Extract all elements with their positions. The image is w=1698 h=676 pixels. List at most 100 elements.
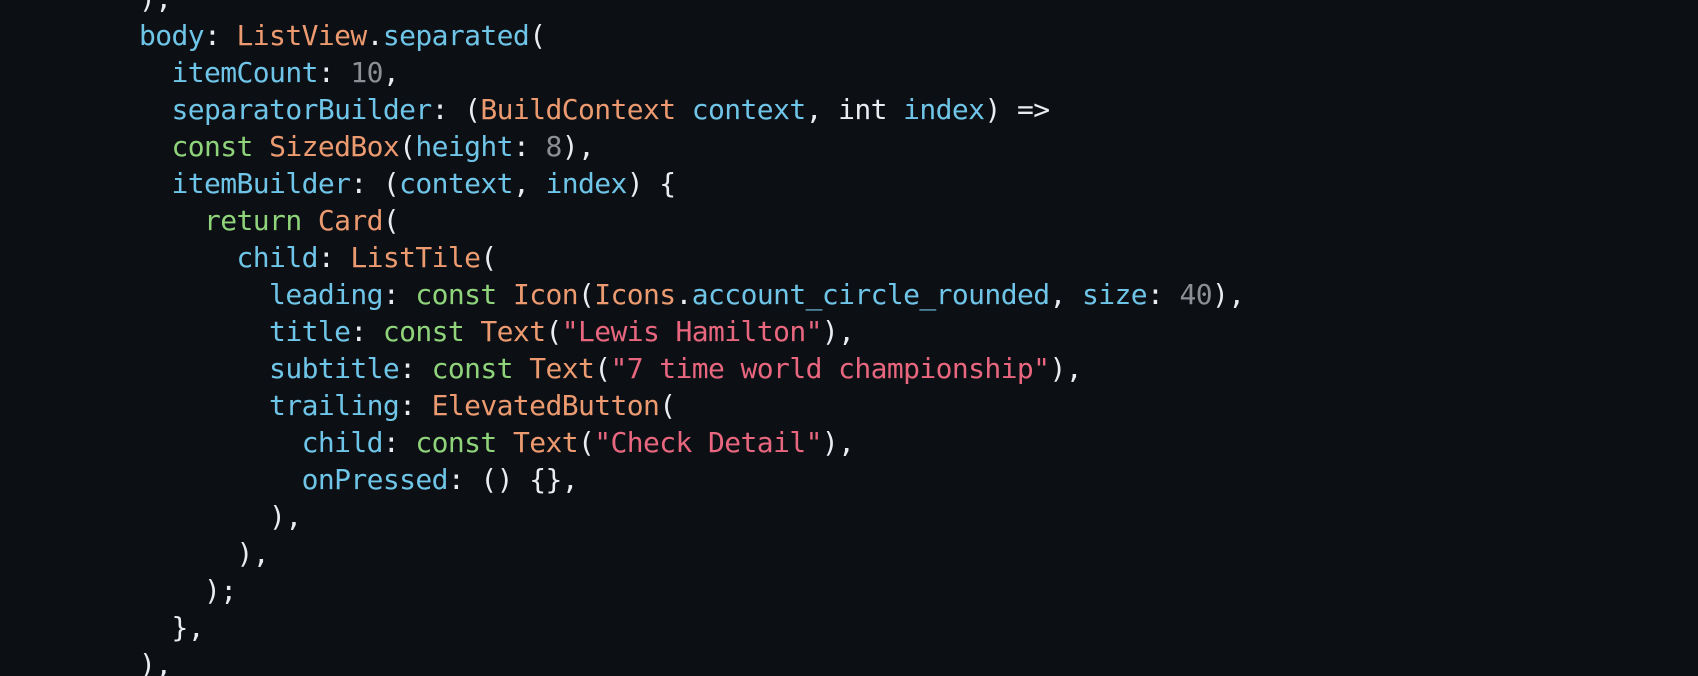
- code-token: :: [399, 389, 432, 422]
- code-token: : () {},: [447, 463, 579, 496]
- code-token: 8: [545, 130, 562, 163]
- code-token: ),: [1049, 352, 1082, 385]
- code-token: ),: [561, 130, 595, 163]
- code-token: ),: [139, 0, 172, 15]
- code-token: const: [139, 130, 270, 163]
- code-token: onPressed: [139, 463, 449, 496]
- code-token: context: [691, 93, 806, 126]
- code-token: :: [382, 426, 416, 459]
- code-token: 10: [350, 56, 383, 89]
- code-line[interactable]: ),: [139, 0, 1245, 17]
- code-token: :: [317, 56, 351, 89]
- code-token: :: [1147, 278, 1180, 311]
- code-line[interactable]: subtitle: const Text("7 time world champ…: [139, 350, 1245, 387]
- code-token: Text: [529, 352, 595, 385]
- code-token: SizedBox: [269, 130, 400, 163]
- code-token: const: [415, 278, 513, 311]
- code-token: ),: [821, 426, 855, 459]
- code-token: ),: [139, 648, 172, 676]
- code-line[interactable]: trailing: ElevatedButton(: [139, 387, 1245, 424]
- code-token: Icons: [594, 278, 676, 311]
- code-token: (: [529, 19, 546, 52]
- code-line[interactable]: ),: [139, 535, 1245, 572]
- code-token: Text: [480, 315, 546, 348]
- code-line[interactable]: child: const Text("Check Detail"),: [139, 424, 1245, 461]
- code-line[interactable]: itemBuilder: (context, index) {: [139, 165, 1245, 202]
- code-line[interactable]: onPressed: () {},: [139, 461, 1245, 498]
- code-token: : (: [350, 167, 400, 200]
- code-token: );: [139, 574, 237, 607]
- code-line[interactable]: ),: [139, 646, 1245, 676]
- code-token: "7 time world championship": [610, 352, 1050, 385]
- code-token: title: [139, 315, 351, 348]
- code-token: index: [545, 167, 627, 200]
- code-token: ListView: [236, 19, 368, 52]
- code-line[interactable]: leading: const Icon(Icons.account_circle…: [139, 276, 1245, 313]
- code-token: },: [139, 611, 205, 644]
- code-token: (: [577, 278, 595, 311]
- code-token: ),: [139, 537, 270, 570]
- code-token: itemCount: [139, 56, 319, 89]
- code-token: (: [399, 130, 416, 163]
- code-token: itemBuilder: [139, 167, 351, 200]
- code-token: ),: [139, 500, 302, 533]
- code-token: (: [659, 389, 676, 422]
- code-token: height: [415, 130, 513, 163]
- code-token: :: [382, 278, 416, 311]
- code-token: ),: [821, 315, 855, 348]
- code-token: subtitle: [139, 352, 400, 385]
- code-view[interactable]: ), body: ListView.separated( itemCount: 1…: [139, 0, 1245, 676]
- code-token: BuildContext: [480, 93, 676, 126]
- code-line[interactable]: itemCount: 10,: [139, 54, 1245, 91]
- code-token: :: [512, 130, 546, 163]
- code-token: (: [480, 241, 497, 274]
- code-token: const: [382, 315, 481, 348]
- code-token: ,: [382, 56, 400, 89]
- code-token: "Check Detail": [594, 426, 822, 459]
- code-token: (: [577, 426, 595, 459]
- code-editor[interactable]: ), body: ListView.separated( itemCount: 1…: [0, 0, 1698, 676]
- code-token: .: [675, 278, 693, 311]
- code-token: :: [399, 352, 432, 385]
- code-token: leading: [139, 278, 383, 311]
- code-token: ElevatedButton: [431, 389, 660, 422]
- code-line[interactable]: body: ListView.separated(: [139, 17, 1245, 54]
- code-token: child: [139, 426, 384, 459]
- code-token: (: [594, 352, 611, 385]
- code-line[interactable]: title: const Text("Lewis Hamilton"),: [139, 313, 1245, 350]
- code-token: separated: [382, 19, 530, 52]
- code-line[interactable]: return Card(: [139, 202, 1245, 239]
- code-token: ) =>: [984, 93, 1050, 126]
- code-token: const: [431, 352, 530, 385]
- code-token: ) {: [626, 167, 676, 200]
- code-token: Card: [317, 204, 384, 237]
- code-token: .: [366, 19, 384, 52]
- code-token: Icon: [512, 278, 579, 311]
- code-token: : (: [431, 93, 481, 126]
- code-token: context: [399, 167, 513, 200]
- code-line[interactable]: child: ListTile(: [139, 239, 1245, 276]
- code-token: ,: [512, 167, 546, 200]
- code-token: :: [204, 19, 237, 52]
- code-token: trailing: [139, 389, 400, 422]
- code-token: index: [903, 93, 985, 126]
- code-token: "Lewis Hamilton": [561, 315, 823, 348]
- code-token: const: [415, 426, 513, 459]
- code-token: size: [1081, 278, 1148, 311]
- code-token: :: [317, 241, 351, 274]
- code-token: separatorBuilder: [139, 93, 433, 126]
- code-token: (: [545, 315, 562, 348]
- code-token: child: [139, 241, 319, 274]
- code-line[interactable]: );: [139, 572, 1245, 609]
- code-line[interactable]: ),: [139, 498, 1245, 535]
- code-line[interactable]: separatorBuilder: (BuildContext context,…: [139, 91, 1245, 128]
- code-token: , int: [805, 93, 904, 126]
- code-token: :: [350, 315, 383, 348]
- code-token: ,: [1049, 278, 1082, 311]
- code-token: ListTile: [350, 241, 481, 274]
- code-line[interactable]: const SizedBox(height: 8),: [139, 128, 1245, 165]
- code-token: (: [382, 204, 400, 237]
- code-line[interactable]: },: [139, 609, 1245, 646]
- code-token: 40: [1179, 278, 1213, 311]
